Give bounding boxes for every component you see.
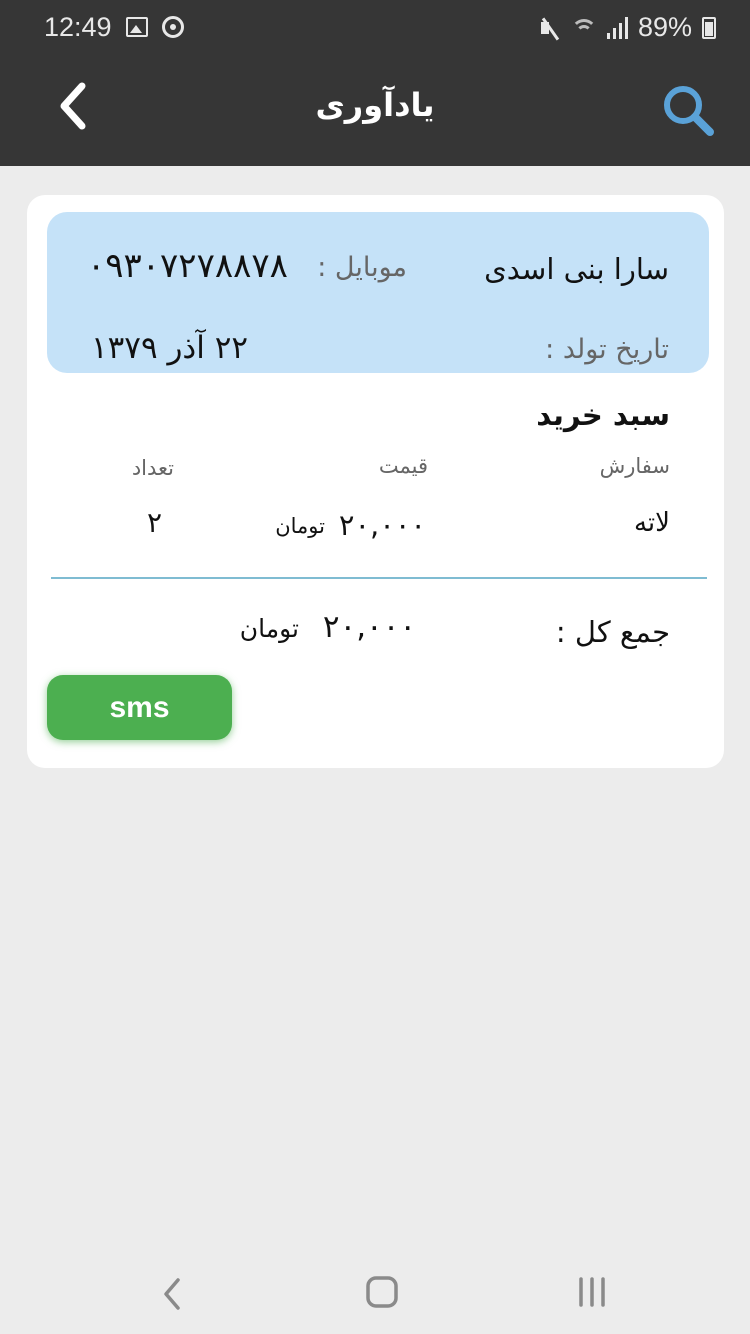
image-icon — [126, 17, 148, 37]
sms-button[interactable]: sms — [47, 675, 232, 740]
birth-date-value: ۲۲ آذر ۱۳۷۹ — [91, 330, 249, 366]
wifi-icon — [570, 17, 597, 39]
mobile-label: موبایل : — [317, 252, 407, 283]
total-label: جمع کل : — [555, 615, 670, 649]
cart-title: سبد خرید — [536, 398, 670, 432]
home-icon[interactable] — [364, 1274, 400, 1310]
recents-icon[interactable] — [574, 1274, 610, 1310]
total-value: ۲۰,۰۰۰ — [322, 609, 416, 645]
mobile-number: ۰۹۳۰۷۲۷۸۸۷۸ — [87, 246, 288, 286]
battery-icon — [702, 16, 716, 39]
status-bar: 12:49 89% — [0, 0, 750, 58]
battery-percent: 89% — [637, 12, 692, 42]
column-header-price: قیمت — [378, 454, 428, 478]
search-icon[interactable] — [660, 82, 716, 138]
mute-icon — [539, 16, 561, 40]
page-title: یادآوری — [315, 86, 435, 124]
status-right: 89% — [539, 12, 716, 43]
system-nav-bar — [0, 1252, 750, 1334]
column-header-order: سفارش — [599, 454, 670, 478]
customer-info-panel: سارا بنی اسدی موبایل : ۰۹۳۰۷۲۷۸۸۷۸ تاریخ… — [47, 212, 709, 373]
divider — [51, 577, 707, 579]
customer-name: سارا بنی اسدی — [484, 252, 669, 286]
birth-date-label: تاریخ تولد : — [545, 334, 669, 365]
cart-item-quantity: ۲ — [146, 506, 162, 539]
signal-icon — [606, 16, 628, 39]
sync-icon — [162, 16, 184, 38]
status-time: 12:49 — [44, 12, 112, 42]
reminder-card: سارا بنی اسدی موبایل : ۰۹۳۰۷۲۷۸۸۷۸ تاریخ… — [27, 195, 724, 768]
app-header: 12:49 89% یادآوری — [0, 0, 750, 166]
back-icon[interactable] — [158, 1274, 188, 1314]
column-header-quantity: تعداد — [131, 456, 174, 480]
cart-item-price-unit: تومان — [275, 514, 325, 538]
total-unit: تومان — [239, 614, 299, 643]
cart-item-name: لاته — [633, 508, 670, 538]
cart-item-price: ۲۰,۰۰۰ — [338, 508, 426, 542]
